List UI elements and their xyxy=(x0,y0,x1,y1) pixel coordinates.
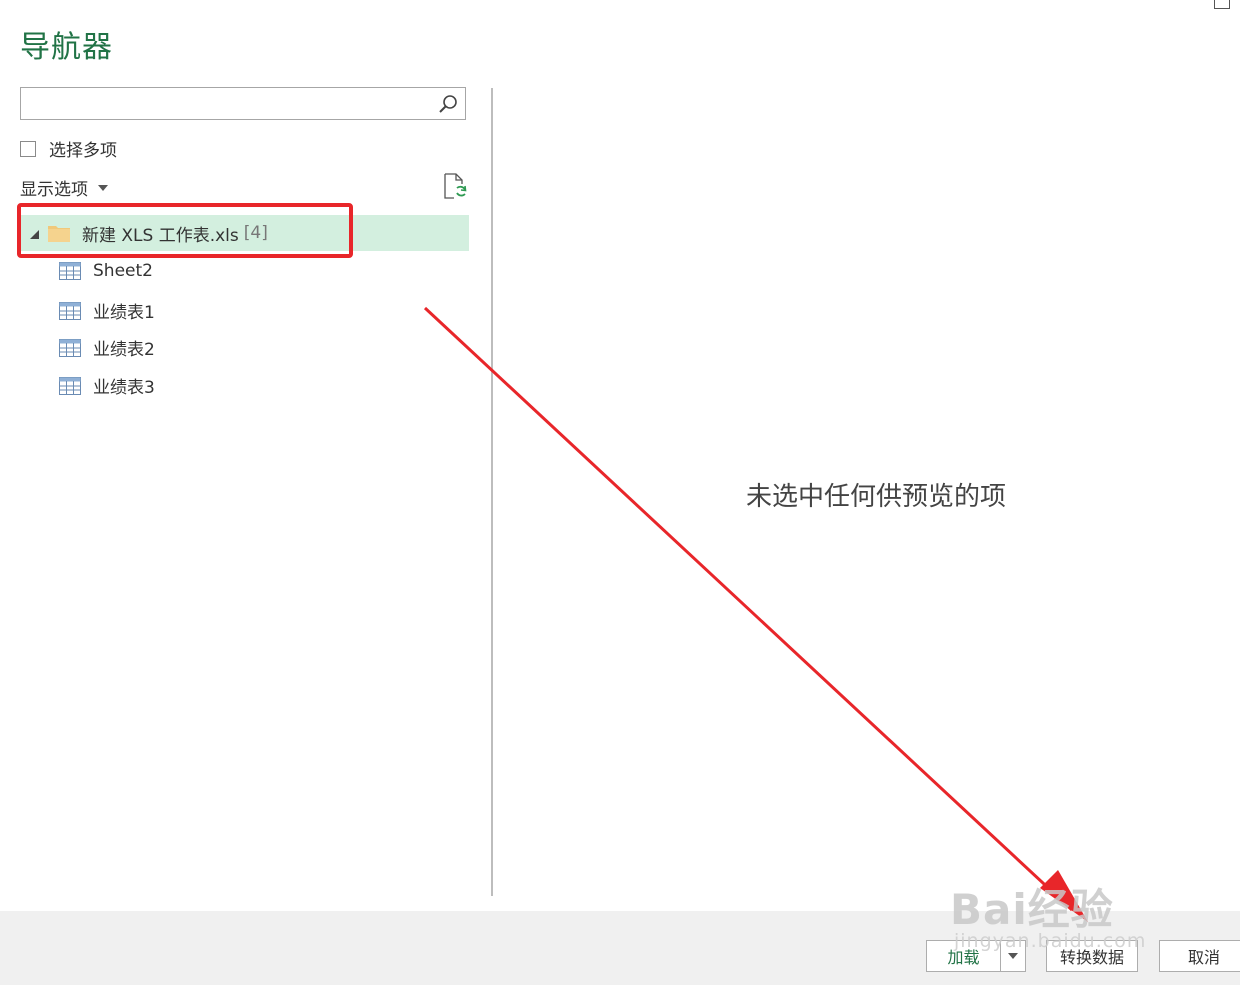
tree-item-table1[interactable]: 业绩表1 xyxy=(59,298,155,323)
search-input[interactable] xyxy=(20,87,466,120)
caret-down-icon xyxy=(1008,953,1018,959)
table-icon xyxy=(59,262,81,280)
restore-window-button[interactable] xyxy=(1214,0,1230,9)
pane-splitter[interactable] xyxy=(491,88,493,896)
refresh-icon[interactable] xyxy=(443,173,467,199)
load-button[interactable]: 加载 xyxy=(926,940,1001,972)
tree-item-label: Sheet2 xyxy=(93,261,153,281)
tree-item-label: 业绩表3 xyxy=(93,378,155,398)
table-icon xyxy=(59,301,81,320)
annotation-highlight-box xyxy=(17,203,353,258)
load-dropdown-button[interactable] xyxy=(1000,940,1026,972)
table-icon xyxy=(59,338,81,357)
display-options-dropdown[interactable]: 显示选项 xyxy=(20,175,108,200)
multi-select-checkbox[interactable] xyxy=(20,140,36,157)
annotation-arrow xyxy=(423,306,1088,922)
tree-item-label: 业绩表2 xyxy=(93,340,155,360)
tree-item-table2[interactable]: 业绩表2 xyxy=(59,335,155,360)
caret-down-icon xyxy=(98,184,108,191)
tree-item-sheet2[interactable]: Sheet2 xyxy=(59,261,153,281)
page-title: 导航器 xyxy=(20,30,113,65)
multi-select-row[interactable]: 选择多项 xyxy=(20,136,117,161)
tree-item-table3[interactable]: 业绩表3 xyxy=(59,373,155,398)
preview-empty-message: 未选中任何供预览的项 xyxy=(746,482,1007,512)
multi-select-label: 选择多项 xyxy=(49,141,117,161)
table-icon xyxy=(59,376,81,395)
tree-item-label: 业绩表1 xyxy=(93,303,155,323)
transform-data-button[interactable]: 转换数据 xyxy=(1046,940,1138,972)
search-icon[interactable] xyxy=(437,93,459,115)
cancel-button[interactable]: 取消 xyxy=(1159,940,1240,972)
display-options-label: 显示选项 xyxy=(20,180,88,200)
